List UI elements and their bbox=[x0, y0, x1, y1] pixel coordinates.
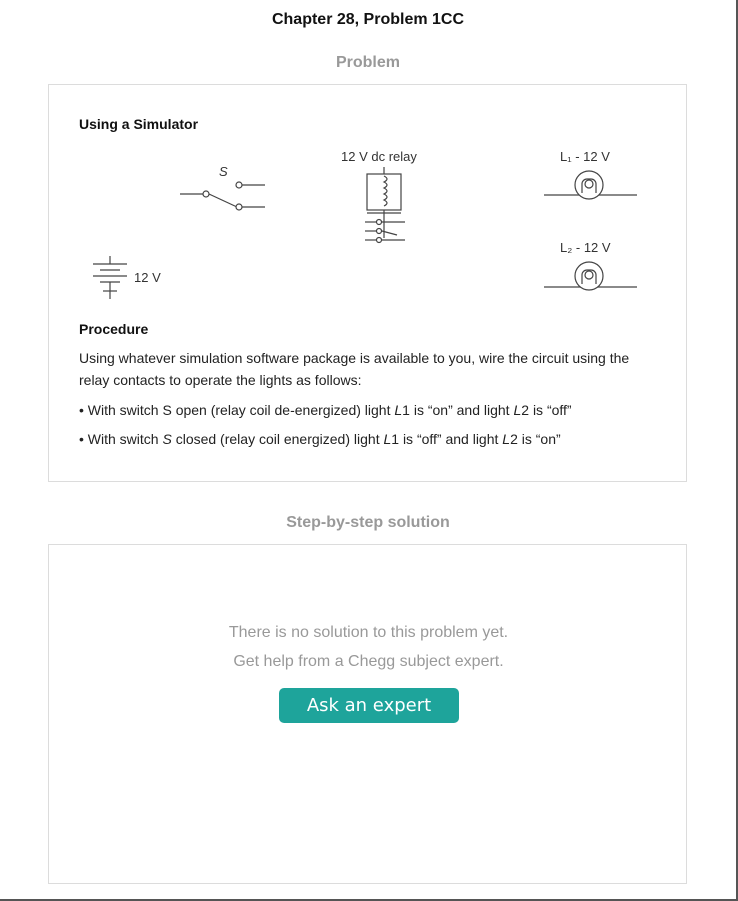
lamp1-symbol bbox=[544, 170, 637, 200]
procedure-bullet-2: • With switch S closed (relay coil energ… bbox=[79, 428, 654, 450]
problem-subheading: Using a Simulator bbox=[79, 116, 199, 132]
switch-label: S bbox=[219, 164, 228, 179]
battery-symbol bbox=[93, 256, 127, 299]
bullet2-prefix: • With switch bbox=[79, 431, 163, 447]
procedure-heading: Procedure bbox=[79, 321, 149, 337]
bullet1-var-l1: L bbox=[394, 402, 403, 418]
bullet2-var-s: S bbox=[162, 431, 172, 447]
solution-card: There is no solution to this problem yet… bbox=[48, 544, 687, 884]
ask-an-expert-button[interactable]: Ask an expert bbox=[279, 688, 459, 723]
lamp2-symbol bbox=[544, 261, 637, 291]
bullet1-prefix: • With switch S open (relay coil de-ener… bbox=[79, 402, 395, 418]
battery-label: 12 V bbox=[134, 270, 161, 285]
relay-symbol bbox=[365, 167, 405, 244]
bullet2-var-l2: L bbox=[502, 431, 511, 447]
procedure-bullet-1: • With switch S open (relay coil de-ener… bbox=[79, 399, 654, 421]
solution-heading: Step-by-step solution bbox=[286, 514, 450, 531]
bullet1-suffix: 2 is “off” bbox=[521, 402, 572, 418]
lamp2-label: L₂ - 12 V bbox=[560, 240, 611, 255]
lamp1-label: L₁ - 12 V bbox=[560, 149, 610, 164]
bullet2-mid0: closed (relay coil energized) light bbox=[171, 431, 384, 447]
problem-card: Using a Simulator S 12 V dc relay L₁ - 1… bbox=[48, 84, 687, 482]
procedure-intro: Using whatever simulation software packa… bbox=[79, 350, 630, 388]
page-title: Chapter 28, Problem 1CC bbox=[271, 11, 465, 28]
problem-heading: Problem bbox=[335, 54, 400, 71]
bullet1-mid: 1 is “on” and light bbox=[402, 402, 514, 418]
bullet2-mid: 1 is “off” and light bbox=[391, 431, 503, 447]
relay-label: 12 V dc relay bbox=[341, 149, 417, 164]
bullet2-suffix: 2 is “on” bbox=[510, 431, 561, 447]
circuit-diagram: S 12 V dc relay L₁ - 12 V L₂ - 12 V 12 V bbox=[93, 149, 637, 299]
switch-symbol bbox=[180, 181, 265, 211]
no-solution-message: There is no solution to this problem yet… bbox=[228, 624, 509, 641]
get-help-message: Get help from a Chegg subject expert. bbox=[233, 653, 504, 670]
